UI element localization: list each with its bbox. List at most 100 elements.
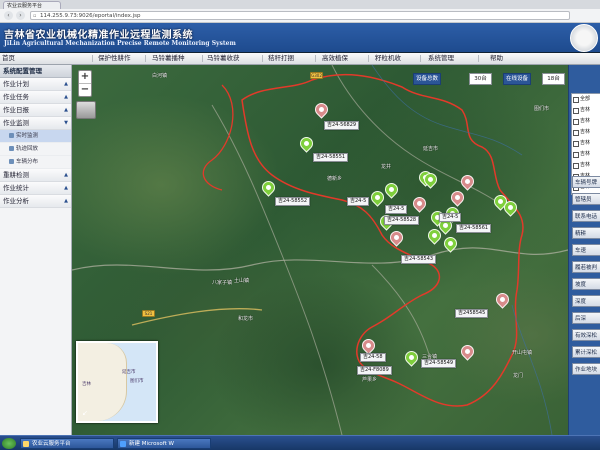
tree-row[interactable]: 全部 xyxy=(572,94,600,105)
vehicle-plate-label[interactable]: 吉24-5 xyxy=(347,197,370,206)
menu-straw-baling[interactable]: 秸秆打捆 xyxy=(268,53,294,64)
emblem-icon xyxy=(570,24,598,52)
vehicle-plate-label[interactable]: 吉24-58543 xyxy=(401,255,437,264)
menu-home[interactable]: 首页 xyxy=(2,53,15,64)
river xyxy=(511,304,553,435)
checkbox[interactable] xyxy=(573,163,579,169)
banner-subtitle: JiLin Agricultural Mechanization Precise… xyxy=(4,40,236,47)
sidebar-item-reploughing[interactable]: 重耕检测 ▲ xyxy=(0,169,71,182)
sidebar-subitem-track-playback[interactable]: 轨迹回放 xyxy=(0,143,71,156)
tree-row[interactable]: 吉林 xyxy=(572,149,600,160)
sidebar: 系统配置管理 作业计划 ▲ 作业任务 ▲ 作业日报 ▲ 作业监测 ▼ 实时监测 轨迹回放… xyxy=(0,65,72,435)
sidebar-subitem-label: 实时监测 xyxy=(16,133,39,139)
tree-row[interactable]: 吉林 xyxy=(572,127,600,138)
vehicle-plate-label[interactable]: 吉24-58 xyxy=(360,353,386,362)
info-field-button[interactable]: 车辆号牌 xyxy=(572,176,600,188)
menu-potato-sowing[interactable]: 马铃薯播种 xyxy=(152,53,185,64)
vehicle-plate-label[interactable]: 吉24-58561 xyxy=(456,224,492,233)
menu-separator xyxy=(262,55,263,62)
info-field-button[interactable]: 联系电话 xyxy=(572,210,600,222)
chevron-up-icon: ▲ xyxy=(64,107,68,113)
info-field-button[interactable]: 管辖员 xyxy=(572,193,600,205)
forward-arrow-icon[interactable]: › xyxy=(16,11,25,20)
menu-separator xyxy=(315,55,316,62)
tree-row[interactable]: 吉林 xyxy=(572,138,600,149)
sidebar-item-work-monitoring[interactable]: 作业监测 ▼ xyxy=(0,117,71,130)
info-field-button[interactable]: 有效深松 xyxy=(572,329,600,341)
taskbar-item-word[interactable]: 新建 Microsoft W xyxy=(117,438,211,449)
place-label: 和龙市 xyxy=(238,316,254,322)
minimap-city-label: 图们市 xyxy=(130,379,144,384)
device-status: 设备总数 30台 在线设备 18台 xyxy=(413,73,568,85)
menu-plant-protection[interactable]: 高效植保 xyxy=(322,53,348,64)
tree-row-label: 吉林 xyxy=(580,118,591,124)
tree-row[interactable]: 吉林 xyxy=(572,105,600,116)
sidebar-subitem-label: 车辆分布 xyxy=(16,159,39,165)
sidebar-subitem-vehicle-distribution[interactable]: 车辆分布 xyxy=(0,156,71,169)
vehicle-icon xyxy=(9,158,14,164)
vehicle-plate-label[interactable]: 吉24-5 xyxy=(439,213,462,222)
sidebar-item-work-plan[interactable]: 作业计划 ▲ xyxy=(0,78,71,91)
sidebar-item-analysis[interactable]: 作业分析 ▲ xyxy=(0,195,71,208)
vehicle-plate-label[interactable]: 吉24-58552 xyxy=(275,197,311,206)
monitor-icon xyxy=(9,132,14,138)
tractor-icon xyxy=(392,233,401,242)
url-text: 114.255.9.73:9026/eportal/index.jsp xyxy=(40,13,141,19)
checkbox[interactable] xyxy=(573,108,579,114)
map-view[interactable]: + − 白河镇 延吉市 图们市 和龙市 八家子镇 土山镇 龙井 开山屯镇 三合镇 德新乡 龙门 芦果乡… xyxy=(72,65,568,435)
menu-system-management[interactable]: 系统管理 xyxy=(428,53,454,64)
minimap-collapse-icon[interactable]: ↙ xyxy=(82,409,88,417)
tractor-icon xyxy=(364,341,373,350)
tractor-icon xyxy=(441,221,450,230)
back-arrow-icon[interactable]: ‹ xyxy=(4,11,13,20)
overview-minimap[interactable]: 吉林 延吉市 图们市 ↙ xyxy=(76,341,158,423)
menu-potato-harvest[interactable]: 马铃薯收获 xyxy=(207,53,240,64)
taskbar-item-label: 新建 Microsoft W xyxy=(129,441,174,447)
sidebar-item-daily-report[interactable]: 作业日报 ▲ xyxy=(0,104,71,117)
url-input[interactable]: ▫ 114.255.9.73:9026/eportal/index.jsp xyxy=(30,11,570,20)
boundary-line xyxy=(202,84,234,191)
start-button[interactable] xyxy=(2,438,16,449)
sidebar-subitem-realtime[interactable]: 实时监测 xyxy=(0,130,71,143)
info-field-button[interactable]: 后深 xyxy=(572,312,600,324)
menu-grain-harvest[interactable]: 籽粒机收 xyxy=(375,53,401,64)
checkbox[interactable] xyxy=(573,130,579,136)
zoom-out-button[interactable]: − xyxy=(79,83,91,96)
menu-conservation-tillage[interactable]: 保护性耕作 xyxy=(98,53,131,64)
browser-tab[interactable]: 农业云服务平台 xyxy=(3,1,61,9)
info-field-button[interactable]: 深度 xyxy=(572,295,600,307)
info-field-button[interactable]: 履若被判 xyxy=(572,261,600,273)
vehicle-plate-label[interactable]: 吉24-58549 xyxy=(421,359,457,368)
info-field-button[interactable]: 车速 xyxy=(572,244,600,256)
menu-separator xyxy=(420,55,421,62)
zoom-in-button[interactable]: + xyxy=(79,71,91,83)
vehicle-plate-label[interactable]: 吉24-5 xyxy=(385,205,408,214)
menu-help[interactable]: 帮助 xyxy=(490,53,503,64)
sidebar-item-statistics[interactable]: 作业统计 ▲ xyxy=(0,182,71,195)
vehicle-plate-label[interactable]: 吉24-58551 xyxy=(313,153,349,162)
tractor-icon xyxy=(453,193,462,202)
info-field-button[interactable]: 精耕 xyxy=(572,227,600,239)
tractor-icon xyxy=(463,347,472,356)
menu-separator xyxy=(202,55,203,62)
vehicle-plate-label[interactable]: 吉24-F8089 xyxy=(357,366,392,375)
tree-row[interactable]: 吉林 xyxy=(572,116,600,127)
vehicle-plate-label[interactable]: 吉24-58528 xyxy=(384,216,420,225)
map-layer-icon[interactable] xyxy=(76,101,96,119)
tree-row-label: 吉林 xyxy=(580,151,591,157)
taskbar-item-browser[interactable]: 农业云服务平台 xyxy=(20,438,114,449)
checkbox[interactable] xyxy=(573,97,579,103)
place-label: 图们市 xyxy=(534,106,550,112)
checkbox[interactable] xyxy=(573,119,579,125)
vehicle-plate-label[interactable]: 吉24-56829 xyxy=(324,121,360,130)
info-field-button[interactable]: 作业地块 xyxy=(572,363,600,375)
tree-row[interactable]: 吉林 xyxy=(572,160,600,171)
road xyxy=(371,264,433,366)
sidebar-item-work-task[interactable]: 作业任务 ▲ xyxy=(0,91,71,104)
info-field-button[interactable]: 累计深松 xyxy=(572,346,600,358)
checkbox[interactable] xyxy=(573,152,579,158)
vehicle-plate-label[interactable]: 吉2458545 xyxy=(455,309,489,318)
info-field-button[interactable]: 坡度 xyxy=(572,278,600,290)
checkbox[interactable] xyxy=(573,141,579,147)
track-icon xyxy=(9,145,14,151)
